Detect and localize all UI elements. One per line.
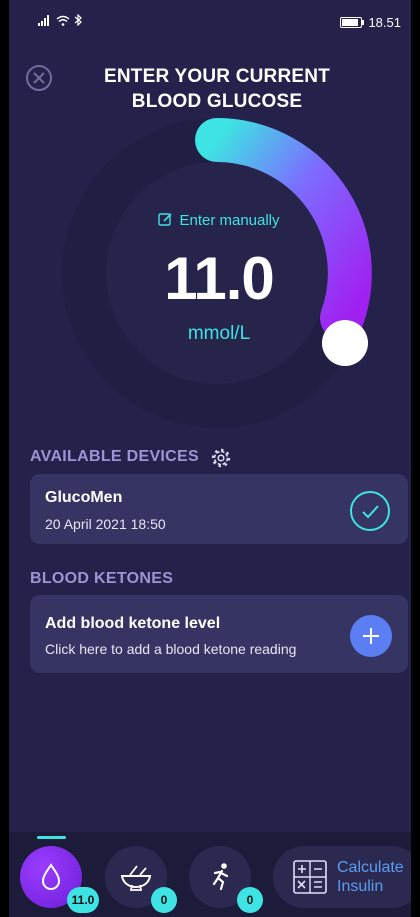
device-frame-right [411, 0, 420, 917]
device-name: GlucoMen [45, 489, 123, 506]
plus-icon [363, 628, 379, 644]
add-ketone-card[interactable]: Add blood ketone level Click here to add… [30, 595, 408, 673]
glucose-unit: mmol/L [187, 323, 251, 344]
ketone-card-subtitle: Click here to add a blood ketone reading [45, 641, 297, 657]
device-frame-left [0, 0, 9, 917]
calculate-line-1: Calculate [337, 859, 404, 876]
title-line-1: ENTER YOUR CURRENT [104, 66, 330, 87]
bluetooth-icon [74, 14, 82, 26]
gear-icon[interactable] [210, 447, 232, 469]
signal-icon [38, 14, 49, 26]
status-bar: 18.51 [9, 0, 411, 40]
ketones-section-label: BLOOD KETONES [30, 570, 174, 587]
device-date: 20 April 2021 18:50 [45, 516, 166, 532]
enter-manually-link[interactable]: Enter manually [9, 212, 411, 229]
meal-badge: 0 [151, 887, 177, 913]
calculate-insulin-label: Calculate Insulin [337, 858, 404, 896]
device-selected-check[interactable] [350, 491, 390, 531]
calculate-insulin-button[interactable]: Calculate Insulin [273, 846, 411, 908]
close-icon [33, 72, 45, 84]
title-line-2: BLOOD GLUCOSE [131, 91, 303, 112]
pencil-icon [158, 213, 173, 226]
calculate-line-2: Insulin [337, 878, 384, 895]
activity-badge: 0 [237, 887, 263, 913]
devices-section-label: AVAILABLE DEVICES [30, 448, 199, 465]
status-right: 18.51 [340, 15, 401, 30]
status-time: 18.51 [368, 15, 401, 30]
glucose-value: 11.0 [164, 245, 274, 312]
battery-icon [340, 17, 365, 28]
calculator-icon [293, 860, 327, 894]
glucose-badge: 11.0 [67, 887, 99, 913]
check-icon [362, 505, 379, 519]
device-card-glucomen[interactable]: GlucoMen 20 April 2021 18:50 [30, 474, 408, 544]
add-ketone-button[interactable] [350, 615, 392, 657]
wifi-icon [56, 15, 70, 26]
status-icons [38, 14, 82, 26]
ketone-card-title: Add blood ketone level [45, 615, 221, 632]
page-title: ENTER YOUR CURRENT BLOOD GLUCOSE [69, 64, 365, 114]
enter-manually-label: Enter manually [179, 212, 280, 229]
close-button[interactable] [26, 65, 52, 91]
app-screen: 18.51 ENTER YOUR CURRENT BLOOD GLUCOSE E… [9, 0, 411, 917]
nav-active-indicator [37, 836, 66, 839]
